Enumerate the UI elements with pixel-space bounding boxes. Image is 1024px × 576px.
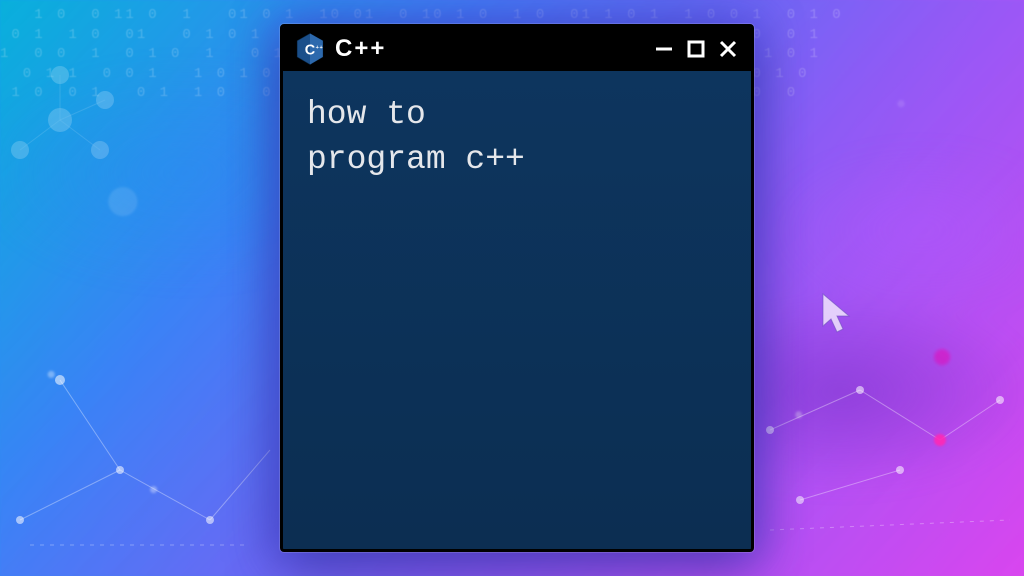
cpp-logo-icon: C + +: [295, 32, 325, 66]
close-icon: [718, 39, 738, 59]
mouse-cursor-icon: [820, 292, 854, 336]
terminal-window: C + + C++ how to program c++: [280, 24, 754, 552]
minimize-button[interactable]: [653, 38, 675, 60]
maximize-icon: [686, 39, 706, 59]
titlebar[interactable]: C + + C++: [283, 27, 751, 71]
minimize-icon: [654, 39, 674, 59]
maximize-button[interactable]: [685, 38, 707, 60]
window-title: C++: [335, 35, 386, 63]
terminal-content[interactable]: how to program c++: [283, 71, 751, 549]
window-controls: [653, 38, 739, 60]
close-button[interactable]: [717, 38, 739, 60]
svg-text:C: C: [305, 43, 316, 59]
